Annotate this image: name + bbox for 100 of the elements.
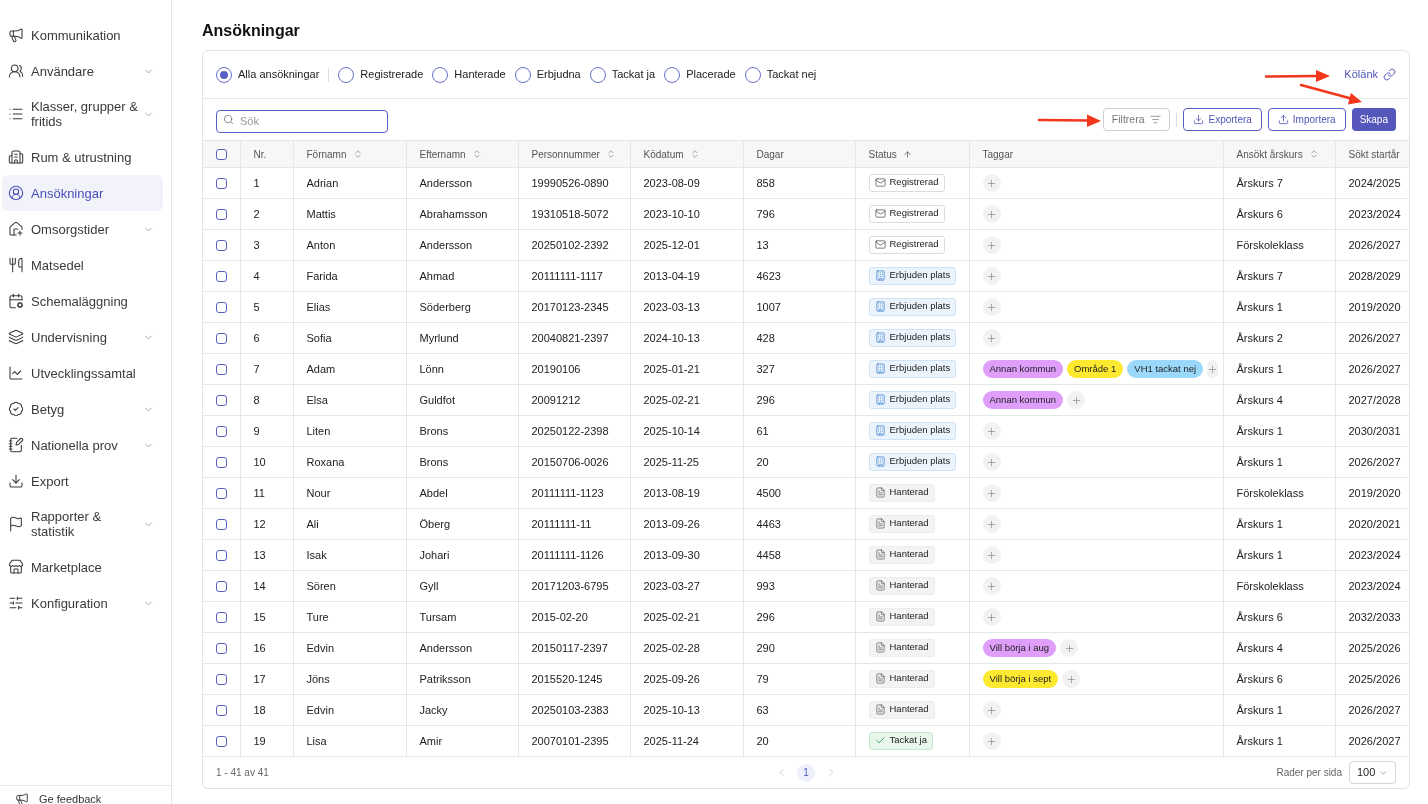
sidebar-item[interactable]: Konfiguration bbox=[2, 585, 163, 621]
checkbox[interactable] bbox=[215, 149, 227, 161]
search-field[interactable]: Sök bbox=[216, 109, 388, 133]
checkbox[interactable] bbox=[215, 643, 227, 655]
page-button[interactable]: 1 bbox=[797, 763, 815, 782]
column-header: Sökt startår bbox=[1335, 140, 1409, 168]
filter-option[interactable]: Alla ansökningar bbox=[216, 66, 320, 83]
radio-button[interactable] bbox=[664, 66, 681, 83]
add-tag-button[interactable] bbox=[982, 577, 1001, 595]
add-tag-button[interactable] bbox=[982, 732, 1001, 750]
column-header[interactable]: Ködatum bbox=[630, 140, 743, 168]
table-cell: 6 bbox=[240, 322, 293, 354]
checkbox[interactable] bbox=[215, 705, 227, 717]
page-title: Ansökningar bbox=[202, 21, 301, 41]
filter-option[interactable]: Erbjudna bbox=[514, 66, 581, 83]
sidebar-item[interactable]: Marketplace bbox=[2, 549, 163, 585]
sidebar-item[interactable]: Användare bbox=[2, 53, 163, 89]
plus-icon bbox=[1065, 673, 1077, 685]
add-tag-button[interactable] bbox=[982, 484, 1001, 502]
add-tag-button[interactable] bbox=[1207, 360, 1219, 378]
add-tag-button[interactable] bbox=[982, 422, 1001, 440]
plus-icon bbox=[986, 456, 997, 468]
radio-button[interactable] bbox=[432, 66, 449, 83]
sidebar-item[interactable]: Schemaläggning bbox=[2, 283, 163, 319]
sidebar-item[interactable]: Klasser, grupper & fritids bbox=[2, 89, 163, 139]
sidebar-item[interactable]: Export bbox=[2, 463, 163, 499]
add-tag-button[interactable] bbox=[982, 546, 1001, 564]
filter-option[interactable]: Registrerade bbox=[338, 66, 424, 83]
status-badge: Hanterad bbox=[868, 545, 935, 564]
radio-button[interactable] bbox=[338, 66, 355, 83]
badge-check-icon bbox=[8, 401, 24, 417]
add-tag-button[interactable] bbox=[1067, 391, 1086, 409]
export-button[interactable]: Exportera bbox=[1183, 108, 1262, 131]
table-cell: Ali bbox=[293, 508, 406, 540]
rows-per-page-select[interactable]: 100 bbox=[1349, 761, 1396, 784]
table-cell: 20250102-2392 bbox=[518, 229, 630, 261]
add-tag-button[interactable] bbox=[982, 267, 1001, 285]
radio-button[interactable] bbox=[589, 66, 606, 83]
checkbox[interactable] bbox=[215, 519, 227, 531]
add-tag-button[interactable] bbox=[1060, 639, 1078, 657]
radio-button[interactable] bbox=[744, 66, 761, 83]
checkbox[interactable] bbox=[215, 333, 227, 345]
column-header[interactable]: Ansökt årskurs bbox=[1223, 140, 1335, 168]
checkbox[interactable] bbox=[215, 736, 227, 748]
checkbox[interactable] bbox=[215, 240, 227, 252]
column-header[interactable]: Förnamn bbox=[293, 140, 406, 168]
checkbox[interactable] bbox=[215, 488, 227, 500]
sidebar-item[interactable]: Betyg bbox=[2, 391, 163, 427]
import-button[interactable]: Importera bbox=[1267, 108, 1346, 131]
add-tag-button[interactable] bbox=[982, 701, 1001, 719]
checkbox[interactable] bbox=[215, 674, 227, 686]
add-tag-button[interactable] bbox=[982, 298, 1001, 316]
queue-link[interactable]: Kölänk bbox=[1344, 66, 1396, 83]
utensils-icon bbox=[8, 257, 24, 273]
add-tag-button[interactable] bbox=[982, 608, 1001, 626]
checkbox[interactable] bbox=[215, 395, 227, 407]
checkbox[interactable] bbox=[215, 302, 227, 314]
table-cell: 296 bbox=[743, 384, 855, 416]
filter-option[interactable]: Placerade bbox=[664, 66, 736, 83]
add-tag-button[interactable] bbox=[982, 329, 1001, 347]
filter-option[interactable]: Tackat ja bbox=[589, 66, 656, 83]
sidebar-item[interactable]: Matsedel bbox=[2, 247, 163, 283]
column-header[interactable]: Efternamn bbox=[406, 140, 518, 168]
add-tag-button[interactable] bbox=[982, 174, 1001, 192]
checkbox[interactable] bbox=[215, 457, 227, 469]
sidebar-item[interactable]: Omsorgstider bbox=[2, 211, 163, 247]
sidebar-item[interactable]: Utvecklingssamtal bbox=[2, 355, 163, 391]
checkbox[interactable] bbox=[215, 550, 227, 562]
radio-button[interactable] bbox=[216, 66, 232, 83]
table-cell: 63 bbox=[743, 694, 855, 726]
column-header[interactable]: Status bbox=[855, 140, 969, 168]
add-tag-button[interactable] bbox=[982, 236, 1001, 254]
checkbox[interactable] bbox=[215, 209, 227, 221]
checkbox[interactable] bbox=[215, 426, 227, 438]
sidebar-item[interactable]: Kommunikation bbox=[2, 17, 163, 53]
sidebar-item[interactable]: Rapporter & statistik bbox=[2, 499, 163, 549]
checkbox[interactable] bbox=[215, 612, 227, 624]
sidebar-item[interactable]: Nationella prov bbox=[2, 427, 163, 463]
radio-button[interactable] bbox=[514, 66, 531, 83]
feedback-button[interactable]: Ge feedback bbox=[15, 792, 102, 804]
checkbox[interactable] bbox=[215, 178, 227, 190]
sidebar-item[interactable]: Ansökningar bbox=[2, 175, 163, 211]
plus-icon bbox=[986, 580, 997, 592]
filter-button[interactable]: Filtrera bbox=[1102, 108, 1171, 131]
add-tag-button[interactable] bbox=[982, 453, 1001, 471]
plus-icon bbox=[986, 735, 997, 747]
create-button[interactable]: Skapa bbox=[1351, 108, 1396, 131]
checkbox[interactable] bbox=[215, 581, 227, 593]
add-tag-button[interactable] bbox=[1062, 670, 1081, 688]
filter-option[interactable]: Hanterade bbox=[432, 66, 506, 83]
column-header[interactable]: Personnummer bbox=[518, 140, 630, 168]
checkbox[interactable] bbox=[215, 364, 227, 376]
checkbox[interactable] bbox=[215, 271, 227, 283]
add-tag-button[interactable] bbox=[982, 205, 1001, 223]
table-cell: Årskurs 7 bbox=[1223, 167, 1335, 199]
sidebar-item[interactable]: Undervisning bbox=[2, 319, 163, 355]
add-tag-button[interactable] bbox=[982, 515, 1001, 533]
table-cell: 993 bbox=[743, 570, 855, 602]
filter-option[interactable]: Tackat nej bbox=[744, 66, 817, 83]
sidebar-item[interactable]: Rum & utrustning bbox=[2, 139, 163, 175]
